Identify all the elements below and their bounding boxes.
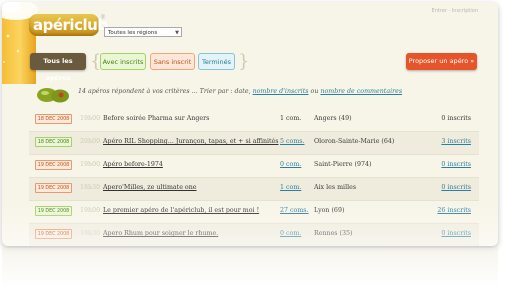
region-select[interactable]: Toutes les régions ▼ [104,27,182,37]
brand-registered-mark: ® [100,14,106,21]
chevron-down-icon: ▼ [175,30,179,36]
comments-link[interactable]: 0 com. [280,230,301,237]
event-title[interactable]: Apero'Milles, ze ultimate one [103,184,197,191]
registered-count: 0 inscrits [441,115,471,122]
comments-link[interactable]: 27 coms. [280,207,309,214]
filter-brace-right: } [238,51,250,72]
event-time: 19h00 [80,207,101,214]
date-badge: 19 DEC 2008 [35,206,72,216]
event-time: 19h00 [80,161,101,168]
event-time: 19h30 [80,230,101,237]
date-badge: 19 DEC 2008 [35,229,72,239]
registered-link[interactable]: 26 inscrits [437,207,471,214]
event-city: Angers (49) [314,115,352,122]
propose-apero-button[interactable]: Proposer un apéro » [406,53,477,70]
event-title[interactable]: Apéro RIL Shopping... Jurançon, tapas, e… [103,138,279,145]
date-badge: 19 DEC 2008 [35,160,72,170]
list-item[interactable]: 18 DEC 2008 20h00 Apéro RIL Shopping... … [29,132,479,155]
sort-or: ou [308,88,321,95]
olives-icon [37,88,69,103]
comments-link[interactable]: 5 coms. [280,138,305,145]
event-title[interactable]: Apero Rhum pour soigner le rhume. [103,230,218,237]
comments-link[interactable]: 0 com. [280,161,301,168]
event-time: 19h00 [80,115,101,122]
registered-link[interactable]: 0 inscrits [441,230,471,237]
brand-logo[interactable]: apériclub [29,14,108,36]
registered-link[interactable]: 3 inscrits [441,138,471,145]
date-badge: 19 DEC 2008 [35,183,72,193]
tab-without-registered[interactable]: Sans inscrit [150,53,195,70]
event-time: 20h00 [80,138,101,145]
event-city: Rennes (35) [314,230,353,237]
event-city: Lyon (69) [314,207,345,214]
event-title[interactable]: Apéro before-1974 [103,161,163,168]
sort-bar: 14 apéros répondent à vos critères ... T… [78,88,402,95]
sort-by-comments-link[interactable]: nombre de commentaires [320,88,402,95]
list-item[interactable]: 19 DEC 2008 19h30 Apero Rhum pour soigne… [29,224,479,246]
region-select-value: Toutes les régions [108,30,158,36]
comments-count: 1 com. [280,115,302,122]
list-item[interactable]: 19 DEC 2008 19h00 Le premier apéro de l'… [29,201,479,224]
sort-summary: 14 apéros répondent à vos critères ... T… [78,88,253,95]
apero-list: 18 DEC 2008 19h00 Before soirée Pharma s… [29,109,479,246]
tab-all-aperos[interactable]: Tous les apéros [30,53,86,82]
event-city: Oloron-Sainte-Marie (64) [314,138,395,145]
brand-name: apériclub [33,16,108,34]
app-window: apériclub ® Toutes les régions ▼ Entrer … [2,2,498,246]
sort-by-registered-link[interactable]: nombre d'inscrits [253,88,309,95]
registered-link[interactable]: 0 inscrits [441,184,471,191]
tab-finished[interactable]: Terminés [198,53,235,70]
tab-with-registered[interactable]: Avec inscrits [100,53,146,70]
comments-link[interactable]: 1 com. [280,184,301,191]
list-item[interactable]: 19 DEC 2008 19h00 Apéro before-1974 0 co… [29,155,479,178]
event-title[interactable]: Le premier apéro de l'apériclub, il est … [103,207,259,214]
registered-link[interactable]: 0 inscrits [441,161,471,168]
list-item[interactable]: 19 DEC 2008 18h30 Apero'Milles, ze ultim… [29,178,479,201]
event-city: Aix les milles [314,184,357,191]
list-item[interactable]: 18 DEC 2008 19h00 Before soirée Pharma s… [29,109,479,132]
event-city: Saint-Pierre (974) [314,161,372,168]
top-links[interactable]: Entrer · Inscription [432,8,478,14]
event-title[interactable]: Before soirée Pharma sur Angers [103,115,209,122]
window-reflection [2,248,498,288]
date-badge: 18 DEC 2008 [35,137,72,147]
date-badge: 18 DEC 2008 [35,114,72,124]
event-time: 18h30 [80,184,101,191]
